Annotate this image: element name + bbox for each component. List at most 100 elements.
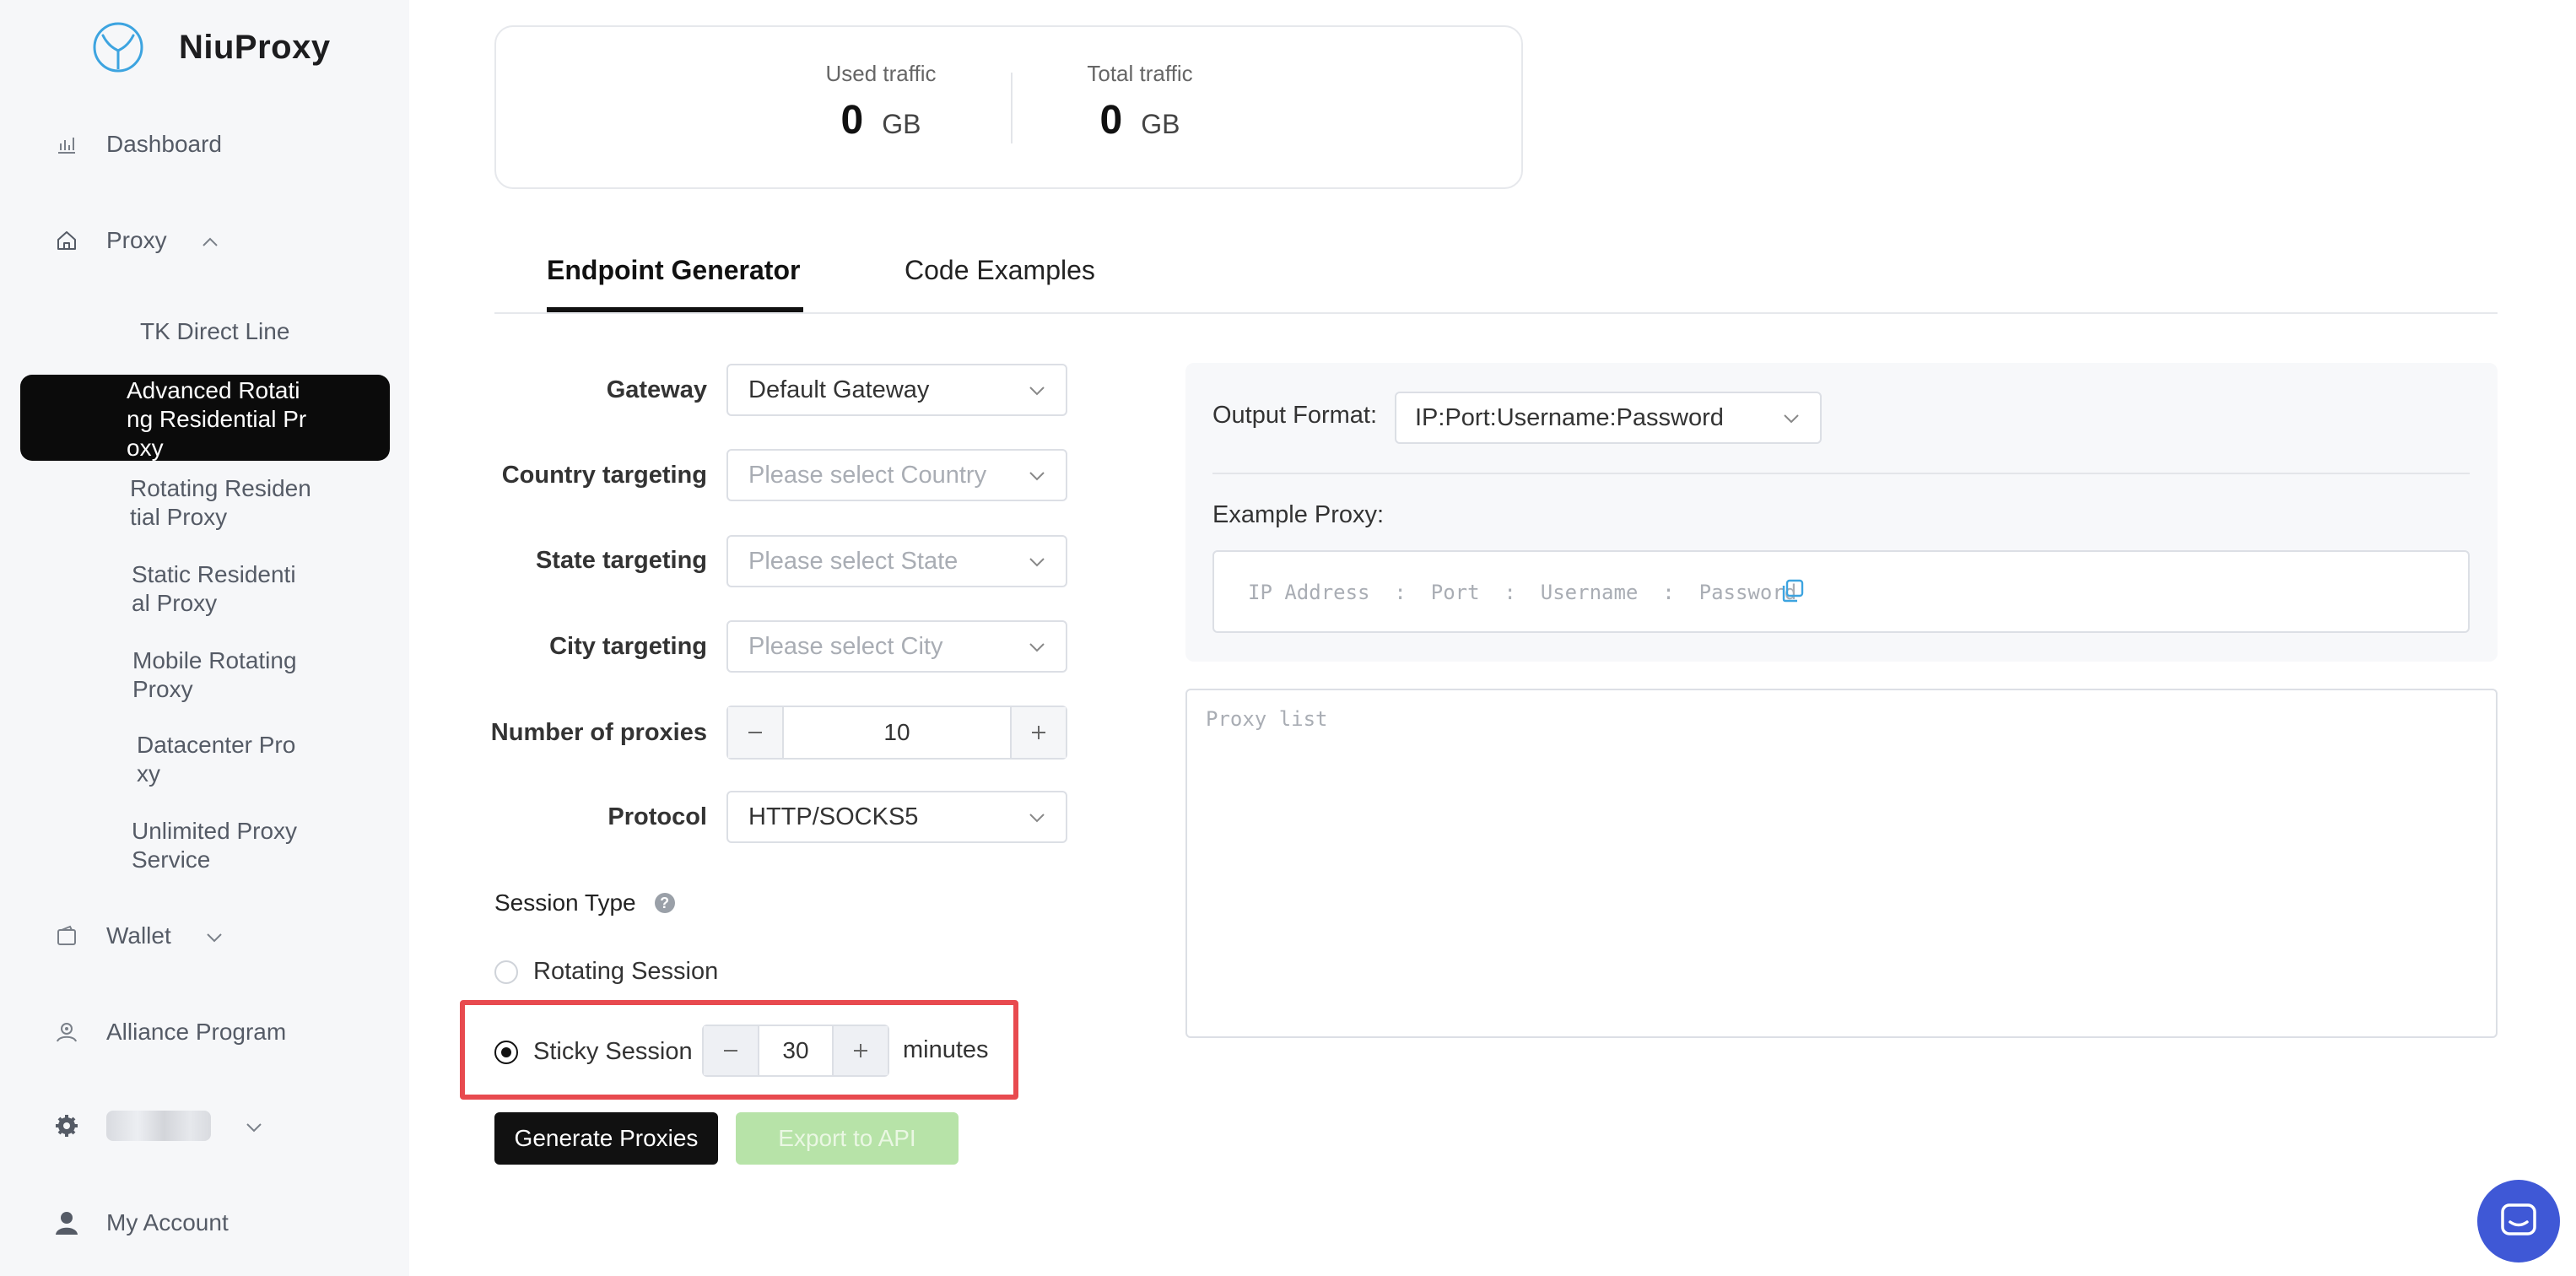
increment-button[interactable] xyxy=(1010,707,1066,758)
chevron-down-icon xyxy=(245,1112,263,1139)
gateway-label: Gateway xyxy=(606,376,707,403)
proxy-list-textarea[interactable]: Proxy list xyxy=(1185,689,2498,1038)
output-panel: Output Format: IP:Port:Username:Password… xyxy=(1185,363,2498,662)
support-chat-button[interactable] xyxy=(2477,1180,2560,1262)
sticky-duration-stepper: 30 xyxy=(702,1025,889,1077)
state-select[interactable]: Please select State xyxy=(726,535,1067,587)
traffic-summary-card: Used traffic 0 GB Total traffic 0 GB xyxy=(494,25,1523,189)
home-icon xyxy=(52,226,81,255)
sticky-session-label: Sticky Session xyxy=(533,1038,693,1065)
tab-bar: Endpoint Generator Code Examples xyxy=(494,243,2498,314)
example-proxy-label: Example Proxy: xyxy=(1212,501,1385,528)
used-traffic-value: 0 xyxy=(840,98,864,143)
example-proxy-box: IP Address : Port : Username : Password xyxy=(1212,550,2470,633)
nav-dashboard[interactable]: Dashboard xyxy=(52,130,222,159)
help-icon[interactable]: ? xyxy=(654,893,675,913)
used-traffic: Used traffic 0 GB xyxy=(822,61,940,143)
chevron-down-icon xyxy=(205,922,224,949)
copy-icon[interactable] xyxy=(1779,577,1806,604)
chart-icon xyxy=(52,130,81,159)
example-proxy-text: IP Address : Port : Username : Password xyxy=(1248,581,1797,604)
minus-icon xyxy=(748,732,762,733)
sidebar-item-label: Advanced Rotating Residential Proxy xyxy=(127,377,307,461)
sidebar: NiuProxy Dashboard Proxy TK Direct Line … xyxy=(0,0,409,1276)
generate-proxies-button[interactable]: Generate Proxies xyxy=(494,1112,718,1165)
sidebar-item-label: TK Direct Line xyxy=(140,318,290,344)
nav-my-account[interactable]: My Account xyxy=(52,1208,229,1237)
active-tab-indicator xyxy=(547,307,803,312)
sidebar-item-label: Mobile Rotating Proxy xyxy=(132,647,297,702)
plus-icon xyxy=(854,1044,867,1057)
sidebar-item-datacenter[interactable]: Datacenter Proxy xyxy=(137,731,305,788)
export-to-api-button[interactable]: Export to API xyxy=(736,1112,959,1165)
decrement-button[interactable] xyxy=(728,707,784,758)
user-icon xyxy=(52,1208,81,1237)
rotating-session-label: Rotating Session xyxy=(533,958,719,985)
niuproxy-logo-icon xyxy=(93,22,143,73)
total-traffic-value: 0 xyxy=(1099,98,1123,143)
output-format-label: Output Format: xyxy=(1212,402,1378,429)
proxy-count-value[interactable]: 10 xyxy=(784,707,1010,758)
chevron-down-icon xyxy=(1029,814,1045,823)
nav-wallet[interactable]: Wallet xyxy=(52,922,224,950)
sidebar-item-rotating-residential[interactable]: Rotating Residential Proxy xyxy=(130,474,316,532)
handshake-icon xyxy=(52,1018,81,1046)
output-format-select[interactable]: IP:Port:Username:Password xyxy=(1395,392,1822,444)
gateway-value: Default Gateway xyxy=(748,376,930,403)
state-placeholder: Please select State xyxy=(748,547,959,575)
protocol-select[interactable]: HTTP/SOCKS5 xyxy=(726,791,1067,843)
country-label: Country targeting xyxy=(501,462,707,489)
chevron-up-icon xyxy=(201,227,219,254)
state-label: State targeting xyxy=(535,547,707,574)
city-select[interactable]: Please select City xyxy=(726,620,1067,673)
decrement-button[interactable] xyxy=(704,1026,759,1075)
plus-icon xyxy=(1032,726,1045,739)
brand-name: NiuProxy xyxy=(179,28,331,66)
nav-proxy-label: Proxy xyxy=(106,227,167,253)
output-format-value: IP:Port:Username:Password xyxy=(1415,403,1724,431)
nav-wallet-label: Wallet xyxy=(106,922,171,949)
total-traffic-unit: GB xyxy=(1141,109,1180,139)
sticky-session-radio[interactable] xyxy=(494,1040,518,1064)
country-select[interactable]: Please select Country xyxy=(726,449,1067,501)
chevron-down-icon xyxy=(1029,472,1045,481)
rotating-session-radio[interactable] xyxy=(494,960,518,984)
chat-icon xyxy=(2501,1203,2536,1235)
sticky-session-option[interactable]: Sticky Session xyxy=(494,1038,693,1066)
sticky-duration-unit: minutes xyxy=(903,1036,989,1063)
sidebar-item-label: Static Residential Proxy xyxy=(132,561,296,616)
rotating-session-option[interactable]: Rotating Session xyxy=(494,958,718,986)
sidebar-item-advanced-rotating[interactable]: Advanced Rotating Residential Proxy xyxy=(20,375,390,461)
nav-settings[interactable] xyxy=(52,1111,263,1141)
chevron-down-icon xyxy=(1029,643,1045,652)
proxy-count-label: Number of proxies xyxy=(490,719,707,746)
sticky-duration-value[interactable]: 30 xyxy=(759,1026,832,1075)
nav-alliance-program[interactable]: Alliance Program xyxy=(52,1018,286,1046)
increment-button[interactable] xyxy=(832,1026,888,1075)
chevron-down-icon xyxy=(1784,414,1799,424)
protocol-label: Protocol xyxy=(608,803,707,830)
sidebar-item-label: Rotating Residential Proxy xyxy=(130,475,311,530)
gear-icon xyxy=(52,1111,81,1140)
minus-icon xyxy=(724,1050,737,1052)
sidebar-item-static-residential[interactable]: Static Residential Proxy xyxy=(132,560,309,618)
tab-code-examples[interactable]: Code Examples xyxy=(905,255,1095,286)
sidebar-item-unlimited[interactable]: Unlimited Proxy Service xyxy=(132,817,309,874)
traffic-divider xyxy=(1011,73,1013,143)
tab-endpoint-generator[interactable]: Endpoint Generator xyxy=(547,255,800,286)
city-placeholder: Please select City xyxy=(748,632,943,660)
sidebar-item-label: Unlimited Proxy Service xyxy=(132,818,298,873)
sidebar-item-mobile-rotating[interactable]: Mobile Rotating Proxy xyxy=(132,646,310,704)
total-traffic-label: Total traffic xyxy=(1087,61,1193,86)
brand-logo[interactable]: NiuProxy xyxy=(91,20,331,74)
proxy-count-stepper: 10 xyxy=(726,706,1067,760)
nav-my-account-label: My Account xyxy=(106,1209,229,1235)
chevron-down-icon xyxy=(1029,387,1045,396)
nav-proxy[interactable]: Proxy xyxy=(52,226,219,255)
gateway-select[interactable]: Default Gateway xyxy=(726,364,1067,416)
sidebar-item-tk-direct-line[interactable]: TK Direct Line xyxy=(140,317,289,346)
nav-dashboard-label: Dashboard xyxy=(106,131,222,157)
session-type-label: Session Type xyxy=(494,889,636,916)
divider xyxy=(1212,473,2470,474)
session-type-heading: Session Type ? xyxy=(494,889,675,916)
